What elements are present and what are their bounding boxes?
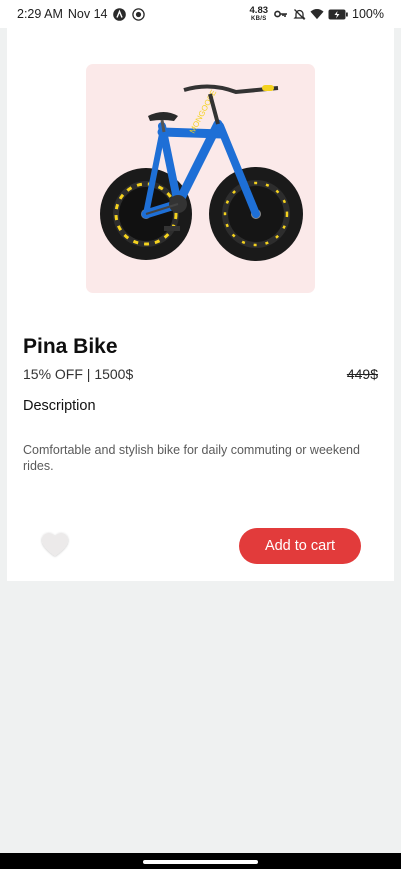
battery-percent: 100% xyxy=(352,7,384,21)
favorite-button[interactable] xyxy=(38,530,72,560)
status-bar: 2:29 AM Nov 14 4.83 KB/S 100% xyxy=(0,0,401,28)
wifi-icon xyxy=(310,7,324,21)
heart-icon xyxy=(42,533,68,556)
mute-bell-icon xyxy=(292,7,306,21)
app-notification-icon xyxy=(112,7,126,21)
net-speed-value: 4.83 xyxy=(249,5,269,17)
description-heading: Description xyxy=(23,398,96,414)
product-title: Pina Bike xyxy=(23,335,118,358)
discount-price-line: 15% OFF | 1500$ xyxy=(23,366,134,382)
original-price: 449$ xyxy=(346,366,378,382)
record-icon xyxy=(131,7,145,21)
description-text: Comfortable and stylish bike for daily c… xyxy=(23,443,360,473)
net-speed: 4.83 KB/S xyxy=(250,6,269,22)
navigation-bar xyxy=(0,853,401,869)
net-speed-unit: KB/S xyxy=(250,15,267,22)
add-to-cart-button[interactable]: Add to cart xyxy=(239,528,361,564)
battery-icon xyxy=(328,7,348,21)
product-image: MONGOOSE xyxy=(86,64,315,293)
product-card: MONGOOSE Pina Bike 15% OFF | 1500$ 449$ … xyxy=(7,28,394,581)
status-date: Nov 14 xyxy=(67,7,108,21)
home-gesture-handle[interactable] xyxy=(143,860,258,864)
status-time: 2:29 AM xyxy=(17,7,63,21)
vpn-key-icon xyxy=(274,7,288,21)
